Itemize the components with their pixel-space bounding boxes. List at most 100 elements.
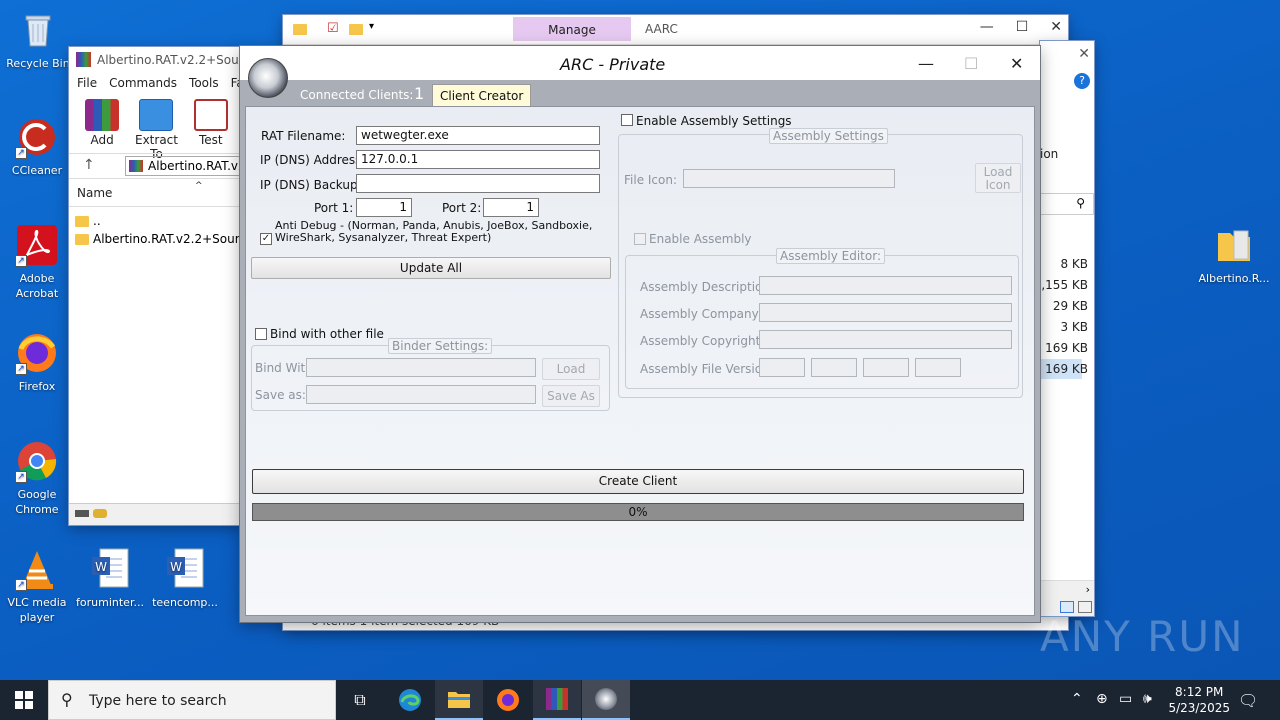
desktop-icon-teencomp[interactable]: W teencomp... (149, 547, 221, 610)
rat-filename-input[interactable]: wetwegter.exe (356, 126, 600, 145)
desktop-icon-recycle-bin[interactable]: Recycle Bin (2, 8, 74, 71)
desktop-icon-foruminter[interactable]: W foruminter... (74, 547, 146, 610)
minimize-icon[interactable]: — (918, 54, 934, 73)
desktop-icon-albertino-folder[interactable]: Albertino.R... (1198, 223, 1270, 286)
arc-icon (595, 688, 617, 710)
minimize-icon[interactable]: — (980, 19, 994, 35)
taskbar-file-explorer[interactable] (435, 680, 483, 720)
task-view-button[interactable]: ⧉ (336, 680, 384, 720)
close-icon[interactable]: ✕ (1078, 46, 1090, 62)
search-box[interactable]: ⚲ (1040, 193, 1094, 215)
taskbar-winrar[interactable] (533, 680, 581, 720)
tab-bar: Connected Clients: 1 Client Creator (240, 80, 1040, 106)
caption-buttons: — ☐ ✕ (980, 19, 1062, 35)
assembly-company-input (759, 303, 1012, 322)
taskbar-arc[interactable] (582, 680, 630, 720)
desktop-icon-ccleaner[interactable]: ↗ CCleaner (1, 115, 73, 178)
help-icon[interactable]: ? (1074, 73, 1090, 89)
load-icon-button: Load Icon (975, 163, 1021, 193)
extract-to-button[interactable]: Extract To (133, 99, 179, 161)
close-icon[interactable]: ✕ (1010, 54, 1023, 73)
clock[interactable]: 8:12 PM 5/23/2025 (1168, 684, 1230, 716)
folder-icon (75, 234, 89, 245)
bind-file-checkbox[interactable] (255, 328, 267, 340)
file-size: ,155 KB (1041, 278, 1088, 292)
desktop-icon-firefox[interactable]: ↗ Firefox (1, 331, 73, 394)
notification-icon[interactable]: 🗨 (1238, 691, 1258, 710)
word-document-icon: W (88, 547, 132, 591)
test-button[interactable]: Test (188, 99, 234, 149)
sort-chevron-icon: ^ (195, 181, 203, 191)
chevron-up-icon[interactable]: ⌃ (1071, 691, 1083, 707)
add-button[interactable]: Add (79, 99, 125, 149)
arc-window[interactable]: ARC - Private — ☐ ✕ Connected Clients: 1… (240, 46, 1040, 622)
new-folder-icon[interactable] (349, 24, 363, 35)
update-all-button[interactable]: Update All (251, 257, 611, 279)
file-size: 169 KB (1045, 362, 1088, 376)
chevron-down-icon[interactable]: ▾ (369, 21, 374, 32)
ccleaner-icon: ↗ (15, 115, 59, 159)
ip-address-input[interactable]: 127.0.0.1 (356, 150, 600, 169)
shortcut-arrow-icon: ↗ (15, 579, 27, 591)
desktop-icon-adobe-acrobat[interactable]: ↗ Adobe Acrobat (1, 223, 73, 301)
file-version-build-input (863, 358, 909, 377)
save-as-button: Save As (542, 385, 600, 407)
network-status-icon[interactable]: ⊕ (1096, 691, 1108, 707)
menu-file[interactable]: File (77, 76, 97, 92)
anti-debug-line2: WireShark, Sysanalyzer, Threat Expert) (275, 231, 492, 244)
taskbar-search[interactable]: ⚲ Type here to search (48, 680, 336, 720)
menu-tools[interactable]: Tools (189, 76, 219, 92)
desktop-icon-google-chrome[interactable]: ↗ Google Chrome (1, 439, 73, 517)
windows-logo-icon (15, 691, 33, 709)
taskbar-edge[interactable] (386, 680, 434, 720)
chevron-right-icon[interactable]: › (1086, 583, 1090, 596)
path-bar: ↑ Albertino.RAT.v2. (69, 153, 244, 179)
anyrun-watermark: ANY RUN (1040, 612, 1245, 661)
ip-backup-input[interactable] (356, 174, 600, 193)
up-arrow-icon[interactable]: ↑ (83, 157, 95, 173)
create-client-button[interactable]: Create Client (252, 469, 1024, 494)
ribbon-tab-manage[interactable]: Manage (513, 17, 631, 41)
desktop-icon-vlc[interactable]: ↗ VLC media player (1, 547, 73, 625)
scrollbar-horizontal[interactable]: › (1040, 580, 1094, 616)
file-explorer-icon (448, 692, 470, 708)
path-input[interactable]: Albertino.RAT.v2. (125, 156, 244, 176)
winrar-window[interactable]: Albertino.RAT.v2.2+Source File Commands … (69, 47, 257, 525)
file-version-minor-input (811, 358, 857, 377)
list-item[interactable]: Albertino.RAT.v2.2+SourceC (69, 231, 244, 249)
network-icon[interactable]: ▭ (1119, 691, 1132, 707)
word-document-icon: W (163, 547, 207, 591)
winrar-titlebar: Albertino.RAT.v2.2+Source (69, 47, 257, 73)
port1-input[interactable]: 1 (356, 198, 412, 217)
tab-client-creator[interactable]: Client Creator (432, 84, 532, 106)
binder-settings-title: Binder Settings: (388, 338, 493, 354)
archive-add-icon (85, 99, 120, 131)
bind-file-label: Bind with other file (270, 327, 384, 341)
explorer-window-front[interactable]: ✕ ? ion ⚲ 8 KB ,155 KB 29 KB 3 KB 169 KB… (1040, 41, 1094, 616)
start-button[interactable] (0, 680, 48, 720)
save-as-label: Save as: (255, 388, 306, 402)
enable-assembly-settings-checkbox[interactable] (621, 114, 633, 126)
list-item-label: Albertino.RAT.v2.2+SourceC (93, 232, 244, 246)
maximize-icon[interactable]: ☐ (1016, 19, 1029, 35)
menu-commands[interactable]: Commands (109, 76, 177, 92)
column-header-name[interactable]: Name ^ (69, 179, 244, 207)
desktop: Recycle Bin ↗ CCleaner ↗ Adobe Acrobat ↗… (0, 0, 1280, 680)
anti-debug-checkbox[interactable]: ✓ (260, 233, 272, 245)
volume-icon[interactable]: 🕪 (1143, 691, 1152, 707)
assembly-settings-group: Assembly Settings File Icon: Load Icon E… (618, 128, 1023, 398)
desktop-icon-label: VLC media player (7, 596, 67, 624)
list-item[interactable]: .. (69, 213, 244, 231)
close-icon[interactable]: ✕ (1050, 19, 1062, 35)
properties-icon[interactable]: ☑ (327, 21, 339, 36)
winrar-icon (76, 52, 91, 67)
port2-input[interactable]: 1 (483, 198, 539, 217)
desktop-icon-label: Recycle Bin (6, 57, 70, 70)
bind-with-input (306, 358, 536, 377)
assembly-settings-title: Assembly Settings (769, 128, 888, 144)
taskbar-firefox[interactable] (484, 680, 532, 720)
search-placeholder: Type here to search (89, 693, 227, 709)
enable-assembly-settings-label: Enable Assembly Settings (636, 114, 792, 128)
assembly-copyright-label: Assembly Copyright: (640, 334, 765, 348)
desktop-icon-label: foruminter... (76, 596, 144, 609)
